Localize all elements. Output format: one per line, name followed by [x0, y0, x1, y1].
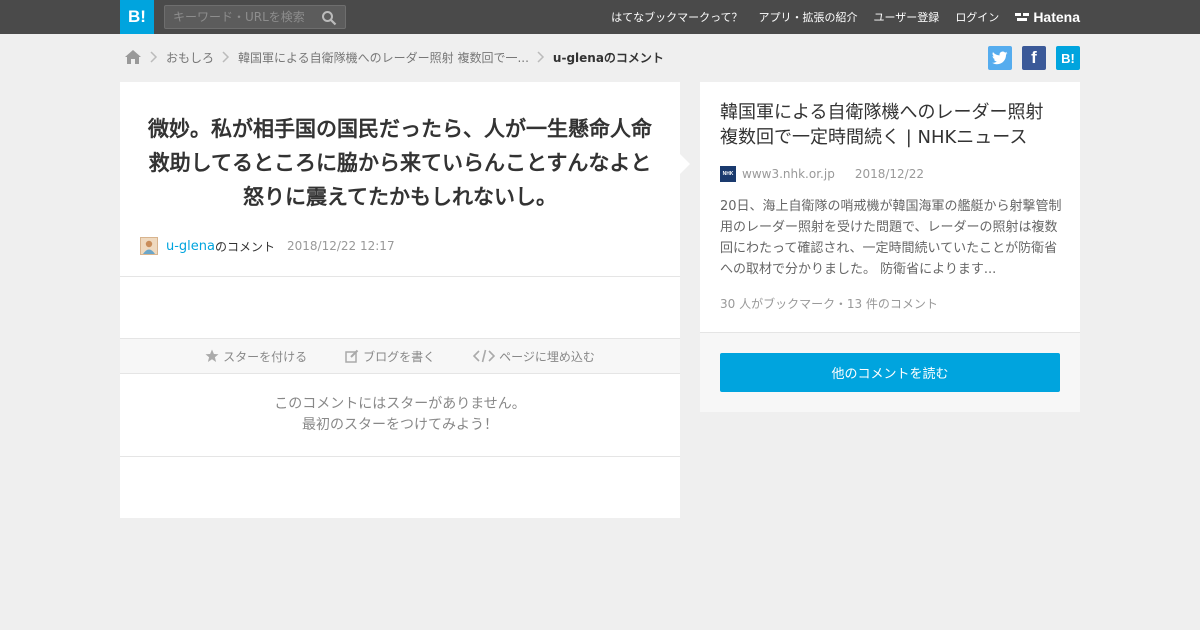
- comment-meta: u-glena のコメント 2018/12/22 12:17: [140, 237, 395, 255]
- comment-actions: スターを付ける ブログを書く ページに埋め込む: [120, 338, 680, 374]
- no-star-line-1: このコメントにはスターがありません。: [274, 396, 526, 412]
- share-buttons: f B!: [988, 46, 1080, 70]
- entry-description: 20日、海上自衛隊の哨戒機が韓国海軍の艦艇から射撃管制用のレーダー照射を受けた問…: [720, 199, 1062, 277]
- breadcrumb-category[interactable]: おもしろ: [166, 49, 214, 66]
- breadcrumb-entry[interactable]: 韓国軍による自衛隊機へのレーダー照射 複数回で一...: [238, 49, 529, 66]
- search-input[interactable]: [165, 6, 315, 28]
- comment-user-link[interactable]: u-glena: [166, 239, 215, 254]
- comment-user-suffix: のコメント: [215, 239, 276, 254]
- twitter-share-button[interactable]: [988, 46, 1012, 70]
- entry-title[interactable]: 韓国軍による自衛隊機へのレーダー照射 複数回で一定時間続く | NHKニュース: [720, 100, 1065, 150]
- facebook-icon: f: [1031, 48, 1037, 67]
- global-header: B! はてなブックマークって？ アプリ・拡張の紹介 ユーザー登録 ログイン Ha…: [0, 0, 1200, 34]
- entry-source: NHK www3.nhk.or.jp 2018/12/22: [720, 166, 924, 182]
- avatar[interactable]: [140, 237, 158, 255]
- read-other-comments-button[interactable]: 他のコメントを読む: [720, 353, 1060, 392]
- entry-stats[interactable]: 30 人がブックマーク・13 件のコメント: [720, 295, 938, 312]
- hatena-bookmark-icon: B!: [1061, 50, 1075, 66]
- entry-date: 2018/12/22: [854, 167, 924, 181]
- hatena-bookmark-share-button[interactable]: B!: [1056, 46, 1080, 70]
- hatena-mark-icon: [1015, 13, 1030, 21]
- nav-login[interactable]: ログイン: [955, 9, 999, 25]
- chevron-right-icon: [533, 51, 549, 63]
- comment-text: 微妙。私が相手国の国民だったら、人が一生懸命人命救助してるところに脇から来ていら…: [148, 117, 652, 209]
- star-icon: [205, 349, 219, 362]
- hatena-logo-text: Hatena: [1033, 9, 1080, 25]
- card-pointer: [680, 154, 690, 174]
- entry-panel: 韓国軍による自衛隊機へのレーダー照射 複数回で一定時間続く | NHKニュース …: [700, 82, 1080, 412]
- breadcrumb-current: u-glenaのコメント: [552, 50, 664, 65]
- add-star-label: スターを付ける: [223, 349, 308, 364]
- comment-card: 微妙。私が相手国の国民だったら、人が一生懸命人命救助してるところに脇から来ていら…: [120, 82, 690, 518]
- twitter-icon: [992, 51, 1008, 65]
- facebook-share-button[interactable]: f: [1022, 46, 1046, 70]
- search-box[interactable]: [164, 5, 346, 29]
- home-icon[interactable]: [124, 49, 142, 65]
- chevron-right-icon: [146, 51, 162, 63]
- nhk-favicon-icon: NHK: [720, 166, 736, 182]
- embed-button[interactable]: ページに埋め込む: [473, 348, 595, 365]
- no-star-line-2: 最初のスターをつけてみよう！: [302, 417, 498, 433]
- no-star-message: このコメントにはスターがありません。 最初のスターをつけてみよう！: [120, 394, 680, 436]
- header-nav: はてなブックマークって？ アプリ・拡張の紹介 ユーザー登録 ログイン Haten…: [611, 0, 1080, 34]
- add-star-button[interactable]: スターを付ける: [205, 348, 307, 365]
- code-icon: [473, 349, 496, 363]
- search-icon[interactable]: [321, 10, 337, 26]
- write-blog-button[interactable]: ブログを書く: [345, 348, 435, 365]
- breadcrumb: おもしろ 韓国軍による自衛隊機へのレーダー照射 複数回で一... u-glena…: [124, 46, 664, 68]
- divider: [120, 456, 680, 457]
- nav-register[interactable]: ユーザー登録: [874, 9, 940, 25]
- write-blog-label: ブログを書く: [363, 349, 436, 364]
- entry-panel-footer: 他のコメントを読む: [700, 332, 1080, 412]
- nav-apps[interactable]: アプリ・拡張の紹介: [759, 9, 858, 25]
- embed-label: ページに埋め込む: [499, 349, 595, 364]
- entry-domain[interactable]: www3.nhk.or.jp: [742, 167, 835, 181]
- chevron-right-icon: [218, 51, 234, 63]
- hatena-bookmark-logo[interactable]: B!: [120, 0, 154, 34]
- user-avatar-icon: [141, 238, 157, 254]
- comment-date: 2018/12/22 12:17: [287, 239, 395, 253]
- hatena-logo[interactable]: Hatena: [1015, 9, 1080, 25]
- divider: [120, 276, 680, 277]
- edit-icon: [345, 349, 359, 363]
- nav-about[interactable]: はてなブックマークって？: [611, 9, 742, 25]
